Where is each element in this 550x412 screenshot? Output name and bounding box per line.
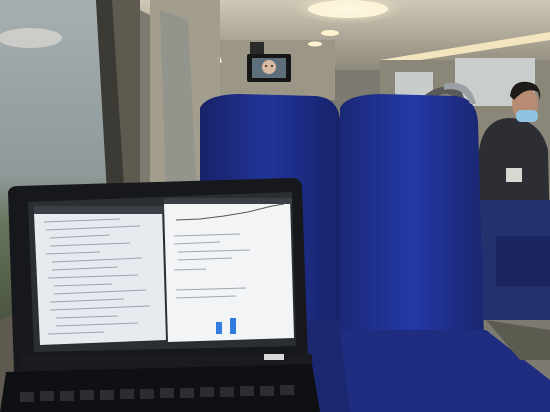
- scene-svg: [0, 0, 550, 412]
- train-interior-photo: [0, 0, 550, 412]
- laptop-with-code-editor: [0, 178, 320, 412]
- bar-1: [216, 322, 222, 334]
- bar-2: [230, 318, 236, 334]
